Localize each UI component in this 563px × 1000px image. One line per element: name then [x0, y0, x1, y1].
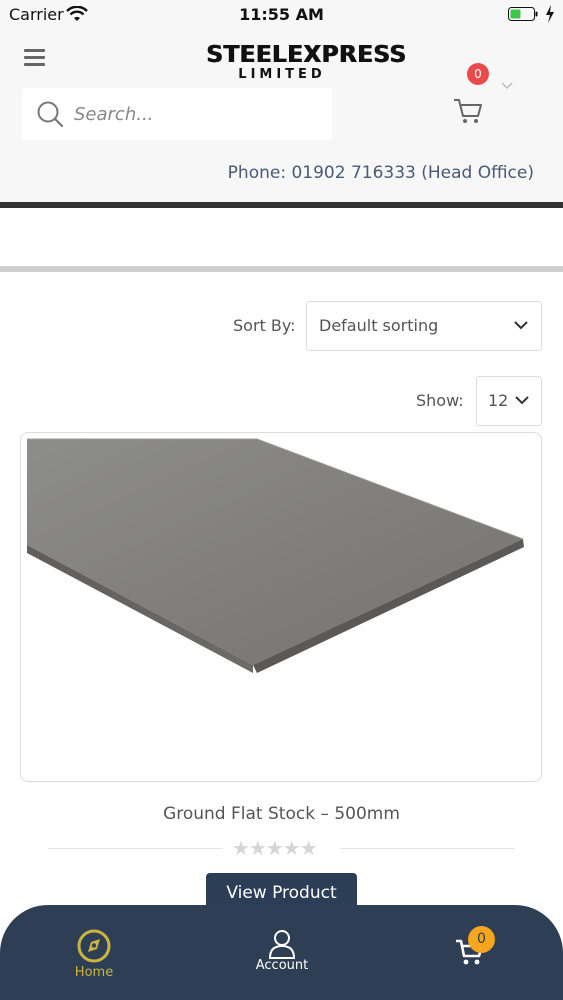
compass-icon [77, 929, 111, 963]
tab-home[interactable]: Home [58, 905, 130, 1000]
show-label: Show: [416, 391, 464, 410]
divider [48, 848, 223, 849]
per-page-value: 12 [488, 391, 509, 410]
tab-account[interactable]: Account [244, 905, 320, 1000]
search-icon[interactable] [36, 100, 64, 128]
chevron-down-icon[interactable] [501, 82, 513, 90]
per-page-select[interactable]: 12 [476, 376, 542, 426]
product-image[interactable] [21, 433, 541, 781]
tab-cart[interactable] [430, 905, 510, 1000]
divider [340, 848, 515, 849]
cart-count-badge: 0 [467, 63, 489, 85]
sort-select[interactable]: Default sorting [306, 301, 542, 351]
tab-home-label: Home [74, 965, 114, 980]
battery-icon [508, 7, 538, 21]
user-icon [268, 930, 296, 959]
tab-account-label: Account [255, 958, 309, 973]
chevron-down-icon [515, 396, 529, 405]
tab-cart-count-badge: 0 [468, 926, 495, 953]
search-box[interactable] [22, 88, 332, 140]
search-input[interactable] [74, 88, 324, 140]
cart-icon[interactable] [452, 94, 492, 130]
phone-number[interactable]: Phone: 01902 716333 (Head Office) [228, 163, 534, 183]
header-divider [0, 202, 563, 208]
charging-icon [546, 5, 554, 23]
chevron-down-icon [514, 321, 528, 330]
sort-selected-value: Default sorting [319, 316, 439, 335]
sort-label: Sort By: [233, 316, 296, 335]
product-card[interactable] [20, 432, 542, 782]
site-header: STEELEXPRESS LIMITED 0 Phone: 01902 7163… [0, 30, 563, 202]
menu-icon[interactable] [24, 49, 45, 66]
product-title[interactable]: Ground Flat Stock – 500mm [0, 804, 563, 824]
star-rating: ★★★★★ [232, 836, 318, 860]
clock: 11:55 AM [239, 5, 324, 24]
section-divider [0, 266, 563, 272]
status-bar: Carrier 11:55 AM [0, 0, 563, 30]
logo[interactable]: STEELEXPRESS LIMITED [206, 42, 406, 86]
